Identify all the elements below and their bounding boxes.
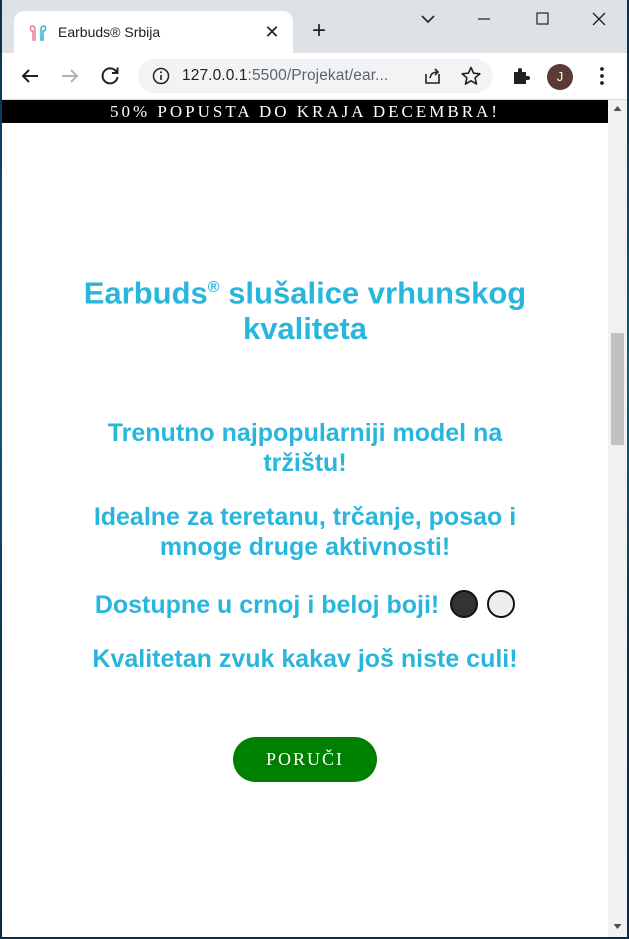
feature-popular: Trenutno najpopularniji model na tržištu… [2, 418, 608, 478]
browser-window: Earbuds® Srbija ✕ + 127.0.0.1:5500/Proje… [2, 0, 627, 937]
address-bar[interactable]: 127.0.0.1:5500/Projekat/ear... [138, 59, 493, 93]
extensions-puzzle-icon[interactable] [509, 64, 533, 88]
tab-close-icon[interactable]: ✕ [263, 23, 281, 41]
feature-popular-line1: Trenutno najpopularniji model na [107, 419, 503, 447]
page-title-brand: Earbuds [83, 275, 208, 311]
scroll-down-arrow-icon[interactable] [613, 922, 622, 931]
browser-menu-icon[interactable] [590, 64, 614, 88]
vertical-scrollbar[interactable] [608, 100, 627, 937]
forward-arrow-icon[interactable] [58, 64, 82, 88]
url-path: :5500/Projekat/ear... [247, 67, 389, 84]
feature-colors: Dostupne u crnoj i beloj boji! [2, 590, 608, 620]
minimize-icon[interactable] [471, 8, 497, 30]
feature-activities: Idealne za teretanu, trčanje, posao i mn… [2, 502, 608, 562]
page-title-line2: kvaliteta [242, 311, 368, 347]
registered-mark: ® [207, 279, 220, 296]
profile-avatar[interactable]: J [547, 64, 573, 90]
close-window-icon[interactable] [586, 8, 612, 30]
reload-icon[interactable] [98, 64, 122, 88]
promo-banner: 50% POPUSTA DO KRAJA DECEMBRA! [2, 100, 608, 123]
browser-tab[interactable]: Earbuds® Srbija ✕ [14, 11, 293, 53]
bookmark-star-icon[interactable] [460, 65, 482, 87]
page-title: Earbuds® slušalice vrhunskog kvaliteta [2, 270, 608, 347]
back-arrow-icon[interactable] [18, 64, 42, 88]
black-color-swatch[interactable] [450, 590, 479, 618]
scroll-up-arrow-icon[interactable] [613, 104, 622, 113]
new-tab-button[interactable]: + [307, 19, 331, 44]
white-color-swatch[interactable] [487, 590, 516, 618]
maximize-icon[interactable] [529, 8, 555, 30]
share-icon[interactable] [422, 65, 444, 87]
feature-colors-text: Dostupne u crnoj i beloj boji! [94, 591, 440, 619]
feature-sound: Kvalitetan zvuk kakav još niste culi! [92, 645, 518, 673]
url-host: 127.0.0.1 [182, 67, 248, 84]
order-button[interactable]: PORUČI [233, 737, 377, 782]
feature-activities-line2: mnoge druge aktivnosti! [159, 533, 451, 561]
tab-search-chevron-icon[interactable] [415, 8, 441, 30]
page-title-rest: slušalice vrhunskog [219, 275, 527, 311]
earbuds-favicon-icon [29, 25, 47, 41]
tab-title: Earbuds® Srbija [58, 24, 161, 40]
feature-popular-line2: tržištu! [263, 449, 347, 477]
browser-toolbar: 127.0.0.1:5500/Projekat/ear... J [2, 53, 627, 100]
tab-strip: Earbuds® Srbija ✕ + [2, 0, 627, 53]
page-content: 50% POPUSTA DO KRAJA DECEMBRA! Earbuds® … [2, 100, 608, 937]
feature-activities-line1: Idealne za teretanu, trčanje, posao i [93, 503, 517, 531]
scrollbar-thumb[interactable] [611, 333, 624, 445]
url-text[interactable]: 127.0.0.1:5500/Projekat/ear... [182, 67, 388, 85]
site-info-icon[interactable] [152, 67, 170, 85]
